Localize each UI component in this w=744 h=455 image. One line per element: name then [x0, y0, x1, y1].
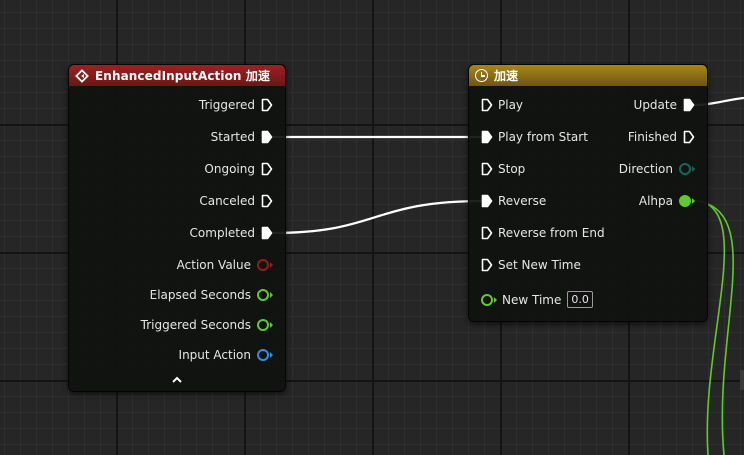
- pin-label: Ongoing: [204, 162, 255, 176]
- pin-label: Play from Start: [498, 130, 588, 144]
- exec-pin-icon[interactable]: [481, 162, 493, 176]
- pin-label: Elapsed Seconds: [149, 288, 251, 302]
- output-pin-started[interactable]: Started: [211, 130, 273, 144]
- input-pin-play[interactable]: Play: [481, 98, 523, 112]
- pin-label: Triggered Seconds: [140, 318, 251, 332]
- node-header[interactable]: EnhancedInputAction 加速: [69, 65, 285, 86]
- exec-pin-icon[interactable]: [481, 98, 493, 112]
- output-pin-action-value[interactable]: Action Value: [177, 258, 273, 272]
- input-pin-set-new-time[interactable]: Set New Time: [481, 258, 581, 272]
- pin-label: Set New Time: [498, 258, 581, 272]
- data-pin-icon[interactable]: [481, 293, 497, 306]
- exec-pin-icon[interactable]: [481, 130, 493, 144]
- output-pin-alhpa[interactable]: Alhpa: [639, 194, 695, 208]
- node-title: 加速: [494, 69, 519, 83]
- input-pin-new-time[interactable]: New Time 0.0: [481, 291, 593, 308]
- exec-pin-icon[interactable]: [481, 194, 493, 208]
- data-pin-icon[interactable]: [679, 195, 695, 207]
- enhanced-input-action-node[interactable]: EnhancedInputAction 加速 Triggered Started O…: [68, 64, 286, 392]
- node-title: EnhancedInputAction 加速: [95, 69, 271, 83]
- wire-completed-to-reverse[interactable]: [271, 199, 485, 235]
- exec-pin-icon[interactable]: [261, 226, 273, 240]
- pin-label: New Time: [502, 292, 562, 307]
- output-pin-ongoing[interactable]: Ongoing: [204, 162, 273, 176]
- output-pin-input-action[interactable]: Input Action: [179, 348, 273, 362]
- node-header[interactable]: 加速: [469, 65, 707, 86]
- data-pin-icon[interactable]: [257, 289, 273, 301]
- pin-label: Input Action: [178, 348, 251, 362]
- exec-pin-icon[interactable]: [261, 194, 273, 208]
- pin-label: Reverse: [498, 194, 547, 208]
- input-pin-stop[interactable]: Stop: [481, 162, 525, 176]
- exec-pin-icon[interactable]: [261, 162, 273, 176]
- pin-label: Finished: [627, 130, 677, 144]
- pin-label: Started: [210, 130, 255, 144]
- exec-pin-icon[interactable]: [683, 130, 695, 144]
- new-time-value-input[interactable]: 0.0: [567, 291, 593, 308]
- timeline-node[interactable]: 加速 Play Play from Start Stop Reverse Reverse…: [468, 64, 708, 322]
- pin-label: Update: [633, 98, 677, 112]
- data-pin-icon[interactable]: [257, 349, 273, 361]
- exec-pin-icon[interactable]: [683, 98, 695, 112]
- output-pin-completed[interactable]: Completed: [190, 226, 273, 240]
- pin-label: Reverse from End: [498, 226, 605, 240]
- pin-label: Play: [498, 98, 524, 112]
- pin-label: Alhpa: [638, 194, 673, 208]
- input-pin-reverse-from-end[interactable]: Reverse from End: [481, 226, 605, 240]
- output-pin-triggered-seconds[interactable]: Triggered Seconds: [141, 318, 273, 332]
- pin-label: Action Value: [176, 258, 251, 272]
- pin-label: Triggered: [198, 98, 255, 112]
- data-pin-icon[interactable]: [257, 259, 273, 271]
- pin-label: Completed: [189, 226, 255, 240]
- exec-pin-icon[interactable]: [261, 130, 273, 144]
- data-pin-icon[interactable]: [679, 163, 695, 175]
- output-pin-direction[interactable]: Direction: [619, 162, 695, 176]
- output-pin-update[interactable]: Update: [634, 98, 695, 112]
- exec-pin-icon[interactable]: [261, 98, 273, 112]
- output-pin-triggered[interactable]: Triggered: [199, 98, 273, 112]
- pin-label: Direction: [618, 162, 673, 176]
- collapse-arrow-icon[interactable]: [171, 372, 183, 387]
- offscreen-node-edge: [740, 370, 744, 390]
- input-pin-play-from-start[interactable]: Play from Start: [481, 130, 588, 144]
- diamond-event-icon: [75, 68, 89, 83]
- input-pin-reverse[interactable]: Reverse: [481, 194, 546, 208]
- data-pin-icon[interactable]: [257, 319, 273, 331]
- output-pin-canceled[interactable]: Canceled: [199, 194, 273, 208]
- exec-pin-icon[interactable]: [481, 258, 493, 272]
- pin-label: Stop: [498, 162, 526, 176]
- output-pin-elapsed-seconds[interactable]: Elapsed Seconds: [150, 288, 273, 302]
- exec-pin-icon[interactable]: [481, 226, 493, 240]
- clock-icon: [475, 69, 488, 82]
- pin-label: Canceled: [199, 194, 255, 208]
- output-pin-finished[interactable]: Finished: [628, 130, 695, 144]
